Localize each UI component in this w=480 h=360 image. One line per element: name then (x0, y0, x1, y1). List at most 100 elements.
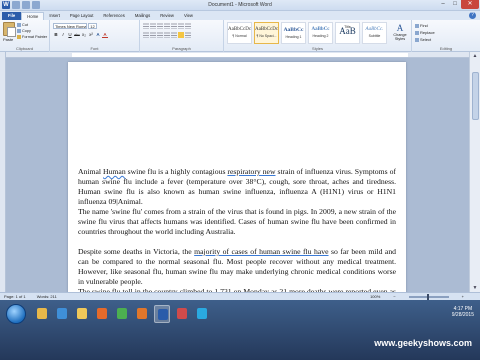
document-body[interactable]: Animal Human swine flu is a highly conta… (78, 167, 396, 292)
style-title[interactable]: AaB Title (335, 22, 360, 44)
cursor-icon (415, 37, 419, 42)
numbering-icon[interactable] (150, 23, 156, 29)
app-glyph (177, 308, 187, 319)
change-styles-button[interactable]: A Change Styles (390, 23, 410, 45)
editing-group: Find Replace Select Editing (412, 20, 480, 52)
style-preview: AaBbCc (311, 27, 330, 32)
tab-references[interactable]: References (98, 12, 129, 20)
taskbar-explorer-icon[interactable] (34, 305, 50, 323)
borders-icon[interactable] (185, 32, 191, 38)
paste-icon[interactable] (3, 22, 16, 37)
tab-view[interactable]: View (179, 12, 198, 20)
find-button[interactable]: Find (415, 23, 428, 28)
font-size-combobox[interactable]: 12 (88, 23, 97, 29)
justify-icon[interactable] (164, 32, 170, 38)
style-preview: AaB (339, 26, 356, 36)
system-tray-clock[interactable]: 4:17 PM 9/28/2015 (452, 306, 474, 318)
scroll-up-icon[interactable]: ▲ (470, 52, 480, 60)
format-painter-button[interactable]: Format Painter (17, 35, 47, 39)
bullets-icon[interactable] (143, 23, 149, 29)
maximize-button[interactable]: □ (449, 0, 461, 9)
multilevel-list-icon[interactable] (157, 23, 163, 29)
tab-mailings[interactable]: Mailings (130, 12, 155, 20)
align-center-icon[interactable] (150, 32, 156, 38)
style-subtitle[interactable]: AaBbCc. Subtitle (362, 22, 387, 44)
increase-indent-icon[interactable] (171, 23, 177, 29)
style-heading-1[interactable]: AaBbCc Heading 1 (281, 22, 306, 44)
zoom-level[interactable]: 100% (370, 293, 380, 300)
taskbar-skype-icon[interactable] (194, 305, 210, 323)
document-paragraph[interactable]: The name 'swine flu' comes from a strain… (78, 207, 396, 237)
superscript-button[interactable]: x² (88, 32, 94, 38)
scroll-down-icon[interactable]: ▼ (470, 284, 480, 292)
taskbar-ie-icon[interactable] (54, 305, 70, 323)
document-page[interactable]: Animal Human swine flu is a highly conta… (68, 62, 406, 292)
status-bar: Page: 1 of 1 Words: 211 100% − + (0, 292, 480, 300)
align-right-icon[interactable] (157, 32, 163, 38)
zoom-out-button[interactable]: − (393, 293, 395, 300)
subscript-button[interactable]: x₂ (81, 32, 87, 38)
vertical-scrollbar[interactable]: ▲ ▼ (469, 52, 480, 292)
tab-file[interactable]: File (2, 12, 22, 20)
zoom-in-button[interactable]: + (462, 293, 464, 300)
clock-date: 9/28/2015 (451, 312, 474, 318)
word-count[interactable]: Words: 211 (37, 294, 57, 299)
styles-group: AaBbCc. Subtitle AaB Title AaBbCc Heading 2 Aa… (224, 20, 412, 52)
taskbar-firefox-icon[interactable] (134, 305, 150, 323)
start-button[interactable] (6, 304, 26, 324)
style-normal[interactable]: AaBbCcDc ¶ Normal (227, 22, 252, 44)
tab-insert[interactable]: Insert (44, 12, 64, 20)
taskbar-media-icon[interactable] (94, 305, 110, 323)
show-formatting-icon[interactable] (185, 23, 191, 29)
taskbar-folder-icon[interactable] (74, 305, 90, 323)
select-label: Select (420, 37, 432, 42)
copy-label: Copy (22, 29, 31, 33)
tab-home[interactable]: Home (21, 12, 45, 20)
page-count[interactable]: Page: 1 of 1 (4, 294, 26, 299)
style-name: ¶ Normal (232, 34, 247, 38)
sort-icon[interactable] (178, 23, 184, 29)
vertical-ruler (0, 52, 6, 292)
minimize-button[interactable]: – (437, 0, 449, 9)
copy-button[interactable]: Copy (17, 29, 31, 33)
zoom-slider[interactable] (408, 293, 449, 300)
replace-button[interactable]: Replace (415, 30, 435, 35)
decrease-indent-icon[interactable] (164, 23, 170, 29)
ribbon-tabs: File Home Insert Page Layout References Maili… (0, 11, 480, 20)
tab-page-layout[interactable]: Page Layout (65, 12, 99, 20)
clipboard-group-label: Clipboard (15, 46, 34, 51)
tab-review[interactable]: Review (155, 12, 179, 20)
document-paragraph[interactable]: Despite some deaths in Victoria, the maj… (78, 247, 396, 287)
horizontal-ruler[interactable] (6, 52, 469, 58)
style-heading-2[interactable]: AaBbCc Heading 2 (308, 22, 333, 44)
taskbar-chrome-icon[interactable] (114, 305, 130, 323)
style-no-spaci[interactable]: AaBbCcDc ¶ No Spaci... (254, 22, 279, 44)
strikethrough-button[interactable]: abc (74, 32, 80, 38)
app-glyph (37, 308, 47, 319)
select-button[interactable]: Select (415, 37, 431, 42)
bold-button[interactable]: B (53, 32, 59, 38)
close-button[interactable]: ✕ (461, 0, 479, 9)
text-run: The name 'swine flu' comes from a strain… (78, 207, 396, 236)
italic-button[interactable]: I (60, 32, 66, 38)
change-styles-label: Change Styles (393, 33, 407, 41)
shading-icon[interactable] (178, 32, 184, 38)
watermark-text: www.geekyshows.com (374, 338, 472, 348)
document-paragraph[interactable]: Animal Human swine flu is a highly conta… (78, 167, 396, 207)
help-icon[interactable]: ? (469, 12, 476, 19)
app-glyph (117, 308, 127, 319)
underline-button[interactable]: U (67, 32, 73, 38)
grow-font-button[interactable]: A (95, 32, 101, 38)
font-name-combobox[interactable]: Times New Roman (53, 23, 87, 29)
scrollbar-thumb[interactable] (472, 72, 479, 120)
cut-button[interactable]: Cut (17, 23, 28, 27)
taskbar-paint-icon[interactable] (174, 305, 190, 323)
style-preview: AaBbCc. (365, 27, 384, 32)
taskbar-word-icon[interactable] (154, 305, 170, 323)
line-spacing-icon[interactable] (171, 32, 177, 38)
app-glyph (57, 308, 67, 319)
align-left-icon[interactable] (143, 32, 149, 38)
editing-group-label: Editing (439, 46, 453, 51)
font-color-button[interactable]: A (102, 32, 108, 38)
paste-button-label[interactable]: Paste (3, 37, 13, 42)
